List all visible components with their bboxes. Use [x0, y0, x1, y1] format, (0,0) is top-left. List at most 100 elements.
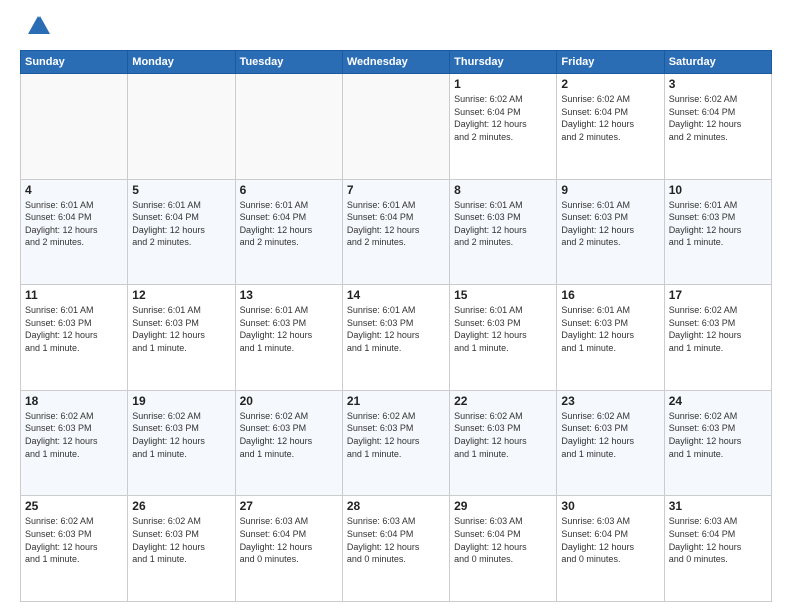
logo-icon — [24, 12, 52, 40]
day-info: Sunrise: 6:01 AM Sunset: 6:03 PM Dayligh… — [561, 199, 659, 249]
day-info: Sunrise: 6:02 AM Sunset: 6:04 PM Dayligh… — [561, 93, 659, 143]
day-info: Sunrise: 6:03 AM Sunset: 6:04 PM Dayligh… — [669, 515, 767, 565]
day-number: 10 — [669, 183, 767, 197]
day-number: 24 — [669, 394, 767, 408]
weekday-header: Thursday — [450, 51, 557, 74]
calendar-cell — [235, 74, 342, 180]
weekday-header: Friday — [557, 51, 664, 74]
day-info: Sunrise: 6:03 AM Sunset: 6:04 PM Dayligh… — [240, 515, 338, 565]
calendar-cell — [128, 74, 235, 180]
calendar-cell: 13 Sunrise: 6:01 AM Sunset: 6:03 PM Dayli… — [235, 285, 342, 391]
calendar-cell: 11 Sunrise: 6:01 AM Sunset: 6:03 PM Dayli… — [21, 285, 128, 391]
day-number: 9 — [561, 183, 659, 197]
calendar-cell — [21, 74, 128, 180]
calendar-cell: 19 Sunrise: 6:02 AM Sunset: 6:03 PM Dayli… — [128, 390, 235, 496]
calendar-cell: 9 Sunrise: 6:01 AM Sunset: 6:03 PM Daylig… — [557, 179, 664, 285]
day-info: Sunrise: 6:01 AM Sunset: 6:03 PM Dayligh… — [347, 304, 445, 354]
day-info: Sunrise: 6:01 AM Sunset: 6:03 PM Dayligh… — [454, 304, 552, 354]
day-number: 28 — [347, 499, 445, 513]
day-number: 23 — [561, 394, 659, 408]
day-info: Sunrise: 6:01 AM Sunset: 6:03 PM Dayligh… — [669, 199, 767, 249]
calendar-cell: 29 Sunrise: 6:03 AM Sunset: 6:04 PM Dayli… — [450, 496, 557, 602]
logo — [20, 16, 52, 40]
day-number: 3 — [669, 77, 767, 91]
day-number: 11 — [25, 288, 123, 302]
day-number: 30 — [561, 499, 659, 513]
calendar-cell: 28 Sunrise: 6:03 AM Sunset: 6:04 PM Dayli… — [342, 496, 449, 602]
calendar-week-row: 4 Sunrise: 6:01 AM Sunset: 6:04 PM Daylig… — [21, 179, 772, 285]
day-info: Sunrise: 6:02 AM Sunset: 6:03 PM Dayligh… — [25, 410, 123, 460]
calendar-cell: 8 Sunrise: 6:01 AM Sunset: 6:03 PM Daylig… — [450, 179, 557, 285]
day-number: 7 — [347, 183, 445, 197]
calendar-cell: 2 Sunrise: 6:02 AM Sunset: 6:04 PM Daylig… — [557, 74, 664, 180]
calendar-cell: 15 Sunrise: 6:01 AM Sunset: 6:03 PM Dayli… — [450, 285, 557, 391]
calendar-cell: 1Sunrise: 6:02 AM Sunset: 6:04 PM Daylig… — [450, 74, 557, 180]
day-info: Sunrise: 6:01 AM Sunset: 6:03 PM Dayligh… — [132, 304, 230, 354]
calendar-cell: 17 Sunrise: 6:02 AM Sunset: 6:03 PM Dayli… — [664, 285, 771, 391]
day-number: 1 — [454, 77, 552, 91]
calendar-cell: 16 Sunrise: 6:01 AM Sunset: 6:03 PM Dayli… — [557, 285, 664, 391]
day-info: Sunrise: 6:03 AM Sunset: 6:04 PM Dayligh… — [454, 515, 552, 565]
weekday-header: Saturday — [664, 51, 771, 74]
day-info: Sunrise: 6:02 AM Sunset: 6:03 PM Dayligh… — [347, 410, 445, 460]
day-number: 4 — [25, 183, 123, 197]
calendar-cell: 23 Sunrise: 6:02 AM Sunset: 6:03 PM Dayli… — [557, 390, 664, 496]
calendar-cell: 24 Sunrise: 6:02 AM Sunset: 6:03 PM Dayli… — [664, 390, 771, 496]
calendar-cell: 31 Sunrise: 6:03 AM Sunset: 6:04 PM Dayli… — [664, 496, 771, 602]
calendar-week-row: 11 Sunrise: 6:01 AM Sunset: 6:03 PM Dayli… — [21, 285, 772, 391]
day-number: 2 — [561, 77, 659, 91]
day-info: Sunrise: 6:01 AM Sunset: 6:03 PM Dayligh… — [25, 304, 123, 354]
day-number: 19 — [132, 394, 230, 408]
day-number: 17 — [669, 288, 767, 302]
weekday-header: Tuesday — [235, 51, 342, 74]
calendar-cell: 6Sunrise: 6:01 AM Sunset: 6:04 PM Daylig… — [235, 179, 342, 285]
day-info: Sunrise: 6:01 AM Sunset: 6:03 PM Dayligh… — [454, 199, 552, 249]
calendar-cell — [342, 74, 449, 180]
day-info: Sunrise: 6:02 AM Sunset: 6:03 PM Dayligh… — [561, 410, 659, 460]
day-info: Sunrise: 6:02 AM Sunset: 6:04 PM Dayligh… — [669, 93, 767, 143]
calendar-cell: 27Sunrise: 6:03 AM Sunset: 6:04 PM Dayli… — [235, 496, 342, 602]
day-number: 18 — [25, 394, 123, 408]
day-info: Sunrise: 6:02 AM Sunset: 6:03 PM Dayligh… — [132, 410, 230, 460]
day-info: Sunrise: 6:01 AM Sunset: 6:04 PM Dayligh… — [132, 199, 230, 249]
day-number: 8 — [454, 183, 552, 197]
day-number: 13 — [240, 288, 338, 302]
day-info: Sunrise: 6:02 AM Sunset: 6:03 PM Dayligh… — [454, 410, 552, 460]
day-number: 5 — [132, 183, 230, 197]
day-info: Sunrise: 6:02 AM Sunset: 6:03 PM Dayligh… — [669, 410, 767, 460]
day-number: 15 — [454, 288, 552, 302]
day-number: 21 — [347, 394, 445, 408]
calendar-cell: 22Sunrise: 6:02 AM Sunset: 6:03 PM Dayli… — [450, 390, 557, 496]
calendar-cell: 4Sunrise: 6:01 AM Sunset: 6:04 PM Daylig… — [21, 179, 128, 285]
day-number: 20 — [240, 394, 338, 408]
day-number: 16 — [561, 288, 659, 302]
calendar-cell: 12Sunrise: 6:01 AM Sunset: 6:03 PM Dayli… — [128, 285, 235, 391]
header — [20, 16, 772, 40]
weekday-header: Monday — [128, 51, 235, 74]
day-number: 26 — [132, 499, 230, 513]
calendar-table: SundayMondayTuesdayWednesdayThursdayFrid… — [20, 50, 772, 602]
day-info: Sunrise: 6:03 AM Sunset: 6:04 PM Dayligh… — [561, 515, 659, 565]
calendar-cell: 3 Sunrise: 6:02 AM Sunset: 6:04 PM Daylig… — [664, 74, 771, 180]
calendar-cell: 10 Sunrise: 6:01 AM Sunset: 6:03 PM Dayli… — [664, 179, 771, 285]
day-number: 31 — [669, 499, 767, 513]
day-info: Sunrise: 6:02 AM Sunset: 6:03 PM Dayligh… — [240, 410, 338, 460]
day-info: Sunrise: 6:01 AM Sunset: 6:04 PM Dayligh… — [240, 199, 338, 249]
calendar-header-row: SundayMondayTuesdayWednesdayThursdayFrid… — [21, 51, 772, 74]
day-info: Sunrise: 6:02 AM Sunset: 6:03 PM Dayligh… — [132, 515, 230, 565]
calendar-cell: 26 Sunrise: 6:02 AM Sunset: 6:03 PM Dayli… — [128, 496, 235, 602]
day-info: Sunrise: 6:01 AM Sunset: 6:03 PM Dayligh… — [561, 304, 659, 354]
day-info: Sunrise: 6:02 AM Sunset: 6:03 PM Dayligh… — [669, 304, 767, 354]
weekday-header: Wednesday — [342, 51, 449, 74]
calendar-week-row: 1 Sunrise: 6:02 AM Sunset: 6:04 PM Daylig… — [21, 74, 772, 180]
day-number: 29 — [454, 499, 552, 513]
day-info: Sunrise: 6:01 AM Sunset: 6:03 PM Dayligh… — [240, 304, 338, 354]
calendar-cell: 25 Sunrise: 6:02 AM Sunset: 6:03 PM Dayli… — [21, 496, 128, 602]
day-info: Sunrise: 6:03 AM Sunset: 6:04 PM Dayligh… — [347, 515, 445, 565]
day-number: 25 — [25, 499, 123, 513]
calendar-cell: 7Sunrise: 6:01 AM Sunset: 6:04 PM Daylig… — [342, 179, 449, 285]
calendar-cell: 20 Sunrise: 6:02 AM Sunset: 6:03 PM Dayli… — [235, 390, 342, 496]
calendar-week-row: 18 Sunrise: 6:02 AM Sunset: 6:03 PM Dayli… — [21, 390, 772, 496]
calendar-cell: 5 Sunrise: 6:01 AM Sunset: 6:04 PM Daylig… — [128, 179, 235, 285]
day-info: Sunrise: 6:02 AM Sunset: 6:03 PM Dayligh… — [25, 515, 123, 565]
